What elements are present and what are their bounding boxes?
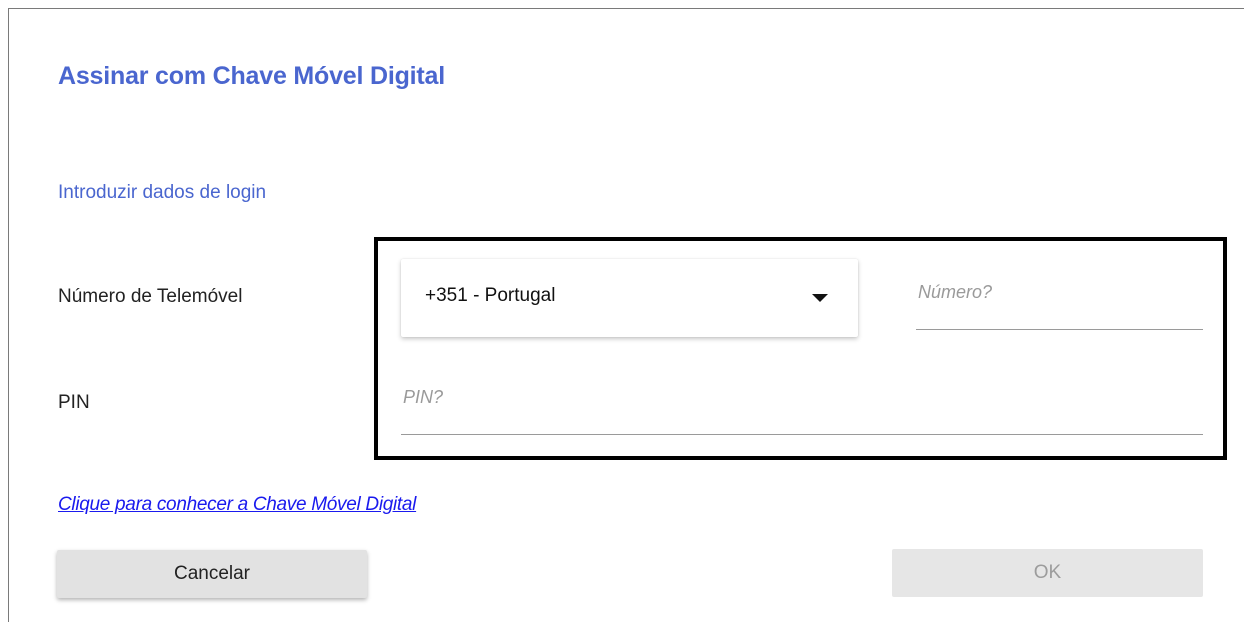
phone-number-input[interactable] <box>916 276 1203 330</box>
cancel-button[interactable]: Cancelar <box>57 550 367 598</box>
pin-input[interactable] <box>401 380 1203 435</box>
country-code-select[interactable]: +351 - Portugal <box>401 259 858 337</box>
pin-label: PIN <box>58 392 90 413</box>
phone-number-label: Número de Telemóvel <box>58 286 243 307</box>
dialog-title: Assinar com Chave Móvel Digital <box>58 62 445 90</box>
country-code-selected-value: +351 - Portugal <box>425 285 556 306</box>
learn-chave-movel-digital-link[interactable]: Clique para conhecer a Chave Móvel Digit… <box>58 494 416 516</box>
caret-down-icon <box>812 294 828 302</box>
login-section-subtitle: Introduzir dados de login <box>58 182 267 203</box>
ok-button[interactable]: OK <box>892 549 1203 597</box>
